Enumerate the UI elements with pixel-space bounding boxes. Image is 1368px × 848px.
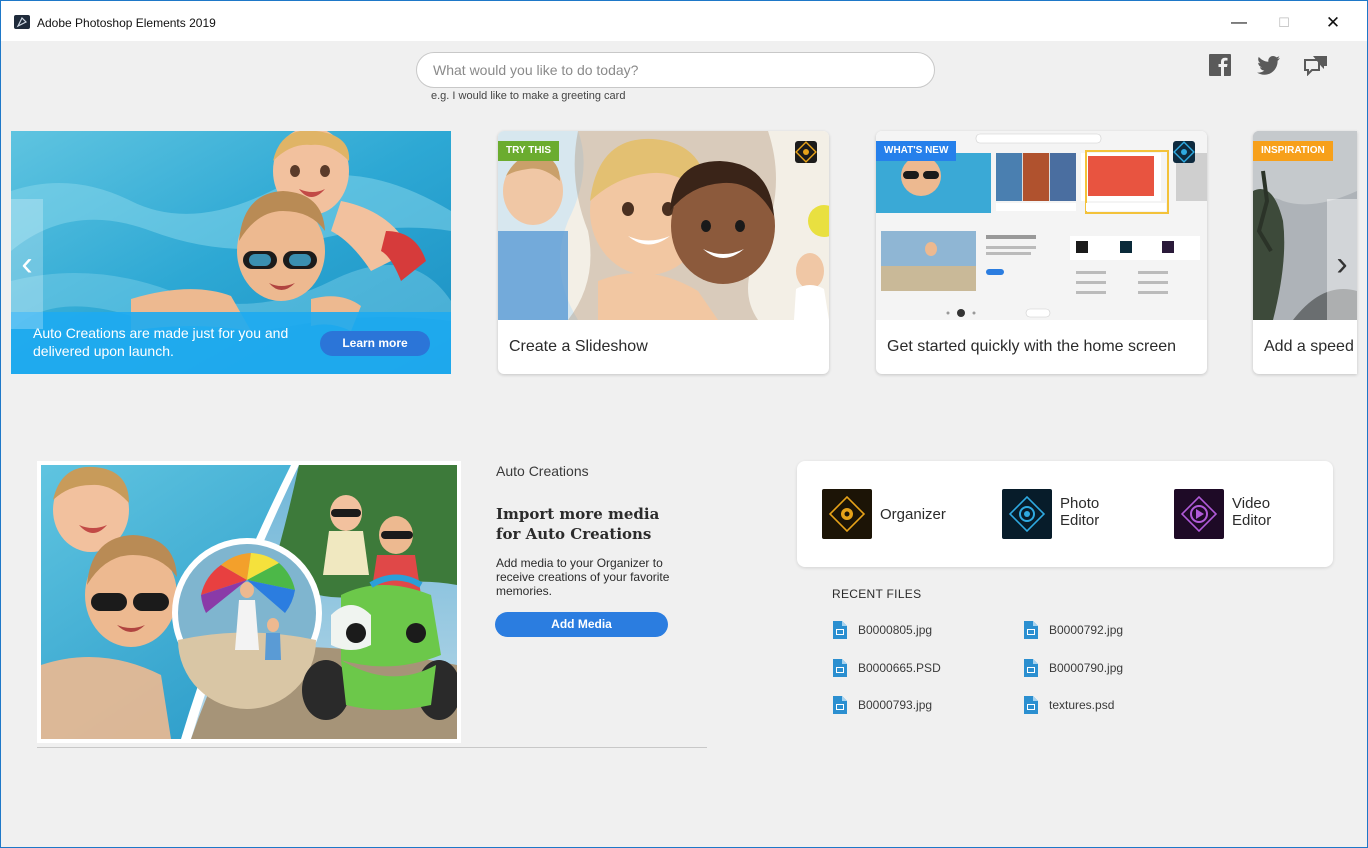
- recent-files-heading: RECENT FILES: [832, 587, 922, 601]
- photoshop-elements-logo-icon: [14, 15, 30, 29]
- file-name: B0000792.jpg: [1049, 623, 1124, 637]
- file-icon: [1024, 696, 1038, 714]
- auto-creations-preview: [37, 461, 461, 743]
- card-create-slideshow[interactable]: TRY THIS Create a Slideshow: [498, 131, 829, 374]
- carousel-next-button[interactable]: ›: [1327, 199, 1357, 329]
- card-caption: Add a speed: [1264, 338, 1354, 355]
- file-name: textures.psd: [1049, 698, 1115, 712]
- app-launcher-panel: Organizer Photo Editor Video Editor: [797, 461, 1333, 567]
- auto-creations-title: Import more media for Auto Creations: [496, 505, 660, 543]
- auto-creations-collage: [41, 465, 457, 739]
- inspiration-badge: INSPIRATION: [1253, 141, 1333, 161]
- card-caption: Create a Slideshow: [509, 338, 648, 355]
- card-caption: Get started quickly with the home screen: [887, 338, 1177, 355]
- organizer-icon: [822, 489, 872, 539]
- photo-editor-launcher[interactable]: Photo Editor: [1002, 489, 1152, 541]
- facebook-icon[interactable]: [1209, 54, 1233, 78]
- file-name: B0000790.jpg: [1049, 661, 1124, 675]
- card-home-screen[interactable]: WHAT'S NEW Get started quickly with the …: [876, 131, 1207, 374]
- window-title: Adobe Photoshop Elements 2019: [37, 16, 216, 30]
- minimize-button[interactable]: —: [1219, 11, 1259, 35]
- file-icon: [833, 659, 847, 677]
- auto-creations-description: Add media to your Organizer to receive c…: [496, 556, 670, 598]
- photo-editor-icon: [1002, 489, 1052, 539]
- photo-editor-label-line1: Photo: [1060, 495, 1100, 512]
- file-icon: [1024, 659, 1038, 677]
- file-icon: [1024, 621, 1038, 639]
- organizer-logo-icon: [795, 141, 817, 163]
- file-name: B0000665.PSD: [858, 661, 941, 675]
- search-hint: e.g. I would like to make a greeting car…: [431, 90, 626, 102]
- twitter-icon[interactable]: [1257, 54, 1281, 78]
- file-name: B0000805.jpg: [858, 623, 933, 637]
- app-window: Adobe Photoshop Elements 2019 — ☐ ✕ e.g.…: [0, 0, 1368, 848]
- video-editor-label-line2: Editor: [1232, 512, 1272, 529]
- close-button[interactable]: ✕: [1313, 11, 1353, 35]
- maximize-button[interactable]: ☐: [1264, 11, 1304, 35]
- file-name: B0000793.jpg: [858, 698, 933, 712]
- auto-creations-heading: Auto Creations: [496, 463, 589, 479]
- file-icon: [833, 621, 847, 639]
- organizer-launcher[interactable]: Organizer: [822, 489, 972, 541]
- whats-new-badge: WHAT'S NEW: [876, 141, 957, 161]
- try-this-badge: TRY THIS: [498, 141, 560, 161]
- carousel-prev-button[interactable]: ‹: [11, 199, 43, 329]
- hero-text: Auto Creations are made just for you and…: [33, 325, 289, 359]
- search-input[interactable]: [416, 52, 935, 88]
- file-icon: [833, 696, 847, 714]
- video-editor-launcher[interactable]: Video Editor: [1174, 489, 1324, 541]
- title-bar: Adobe Photoshop Elements 2019 — ☐ ✕: [1, 1, 1367, 41]
- video-editor-icon: [1174, 489, 1224, 539]
- video-editor-label-line1: Video: [1232, 495, 1271, 512]
- learn-more-button[interactable]: Learn more: [320, 331, 430, 356]
- organizer-label: Organizer: [880, 506, 946, 523]
- hero-carousel-card[interactable]: Auto Creations are made just for you and…: [11, 131, 451, 374]
- add-media-button[interactable]: Add Media: [495, 612, 668, 637]
- feedback-icon[interactable]: [1303, 54, 1327, 78]
- photo-editor-label-line2: Editor: [1060, 512, 1100, 529]
- photo-editor-label: Photo Editor: [1060, 495, 1099, 529]
- photo-editor-logo-icon: [1173, 141, 1195, 163]
- video-editor-label: Video Editor: [1232, 495, 1271, 529]
- section-divider: [37, 747, 707, 748]
